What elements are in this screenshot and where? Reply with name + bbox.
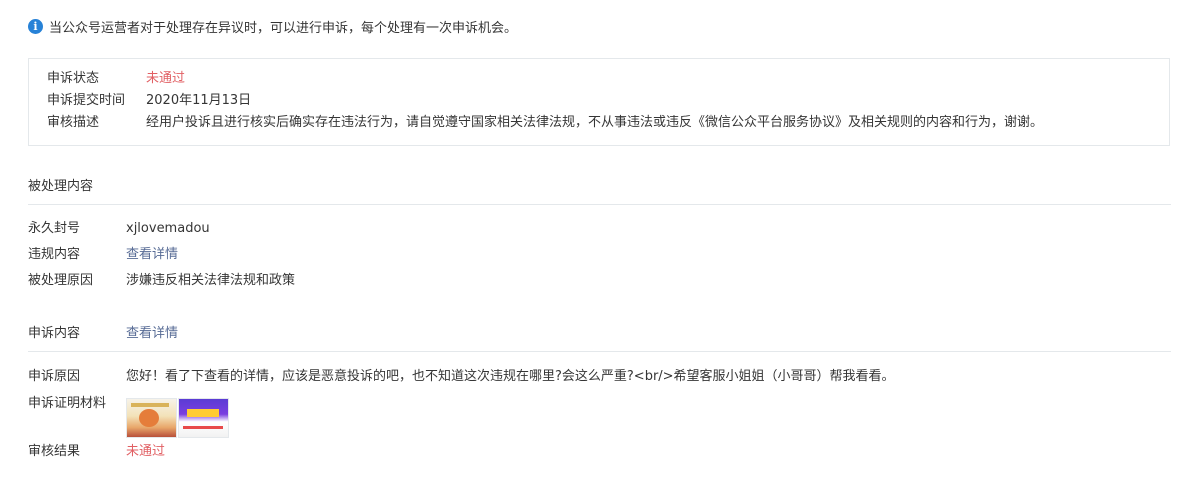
handled-content-title: 被处理内容 [28, 179, 94, 194]
appeal-notice: i 当公众号运营者对于处理存在异议时，可以进行申诉，每个处理有一次申诉机会。 [28, 16, 517, 36]
appeal-details-link[interactable]: 查看详情 [126, 324, 178, 344]
evidence-row: 申诉证明材料 [28, 394, 126, 414]
notice-text: 当公众号运营者对于处理存在异议时，可以进行申诉，每个处理有一次申诉机会。 [49, 20, 518, 36]
appeal-status-box: 申诉状态 未通过 申诉提交时间 2020年11月13日 审核描述 经用户投诉且进… [28, 58, 1170, 146]
review-description-value: 经用户投诉且进行核实后确实存在违法行为，请自觉遵守国家相关法律法规，不从事违法或… [146, 115, 1044, 130]
submit-time-row: 申诉提交时间 2020年11月13日 [47, 91, 251, 111]
handled-reason-row: 被处理原因 涉嫌违反相关法律法规和政策 [28, 271, 295, 291]
handled-reason-value: 涉嫌违反相关法律法规和政策 [126, 273, 296, 288]
appeal-reason-row: 申诉原因 您好！看了下查看的详情，应该是恶意投诉的吧，也不知道这次违规在哪里?会… [28, 367, 895, 387]
thumbnail-graphic [139, 409, 159, 427]
appeal-reason-label: 申诉原因 [28, 369, 81, 384]
status-value: 未通过 [146, 71, 186, 86]
violation-row: 违规内容 查看详情 [28, 245, 178, 265]
violation-label: 违规内容 [28, 247, 81, 262]
evidence-image-thumbnail[interactable] [178, 398, 229, 438]
violation-details-link[interactable]: 查看详情 [126, 245, 178, 265]
review-result-label: 审核结果 [28, 444, 81, 459]
review-result-row: 审核结果 未通过 [28, 442, 165, 462]
evidence-image-thumbnail[interactable] [126, 398, 177, 438]
review-description-label: 审核描述 [47, 115, 100, 130]
handled-reason-label: 被处理原因 [28, 273, 94, 288]
thumbnail-graphic [187, 409, 219, 417]
handled-divider [28, 204, 1171, 205]
appeal-reason-value: 您好！看了下查看的详情，应该是恶意投诉的吧，也不知道这次违规在哪里?会这么严重?… [126, 369, 895, 384]
permanent-ban-label: 永久封号 [28, 221, 81, 236]
submit-time-label: 申诉提交时间 [47, 93, 126, 108]
evidence-label: 申诉证明材料 [28, 396, 107, 411]
review-result-value: 未通过 [126, 444, 166, 459]
thumbnail-graphic [183, 426, 223, 429]
status-label: 申诉状态 [47, 71, 100, 86]
appeal-content-label: 申诉内容 [28, 326, 81, 341]
submit-time-value: 2020年11月13日 [146, 93, 252, 108]
review-description-row: 审核描述 经用户投诉且进行核实后确实存在违法行为，请自觉遵守国家相关法律法规，不… [47, 113, 1043, 133]
permanent-ban-row: 永久封号 xjlovemadou [28, 219, 210, 239]
evidence-thumbnails [126, 398, 230, 438]
status-row: 申诉状态 未通过 [47, 69, 185, 89]
account-id: xjlovemadou [126, 221, 210, 236]
thumbnail-graphic [131, 403, 169, 407]
info-icon: i [28, 18, 43, 34]
appeal-content-row: 申诉内容 查看详情 [28, 324, 178, 344]
appeal-divider [28, 351, 1171, 352]
